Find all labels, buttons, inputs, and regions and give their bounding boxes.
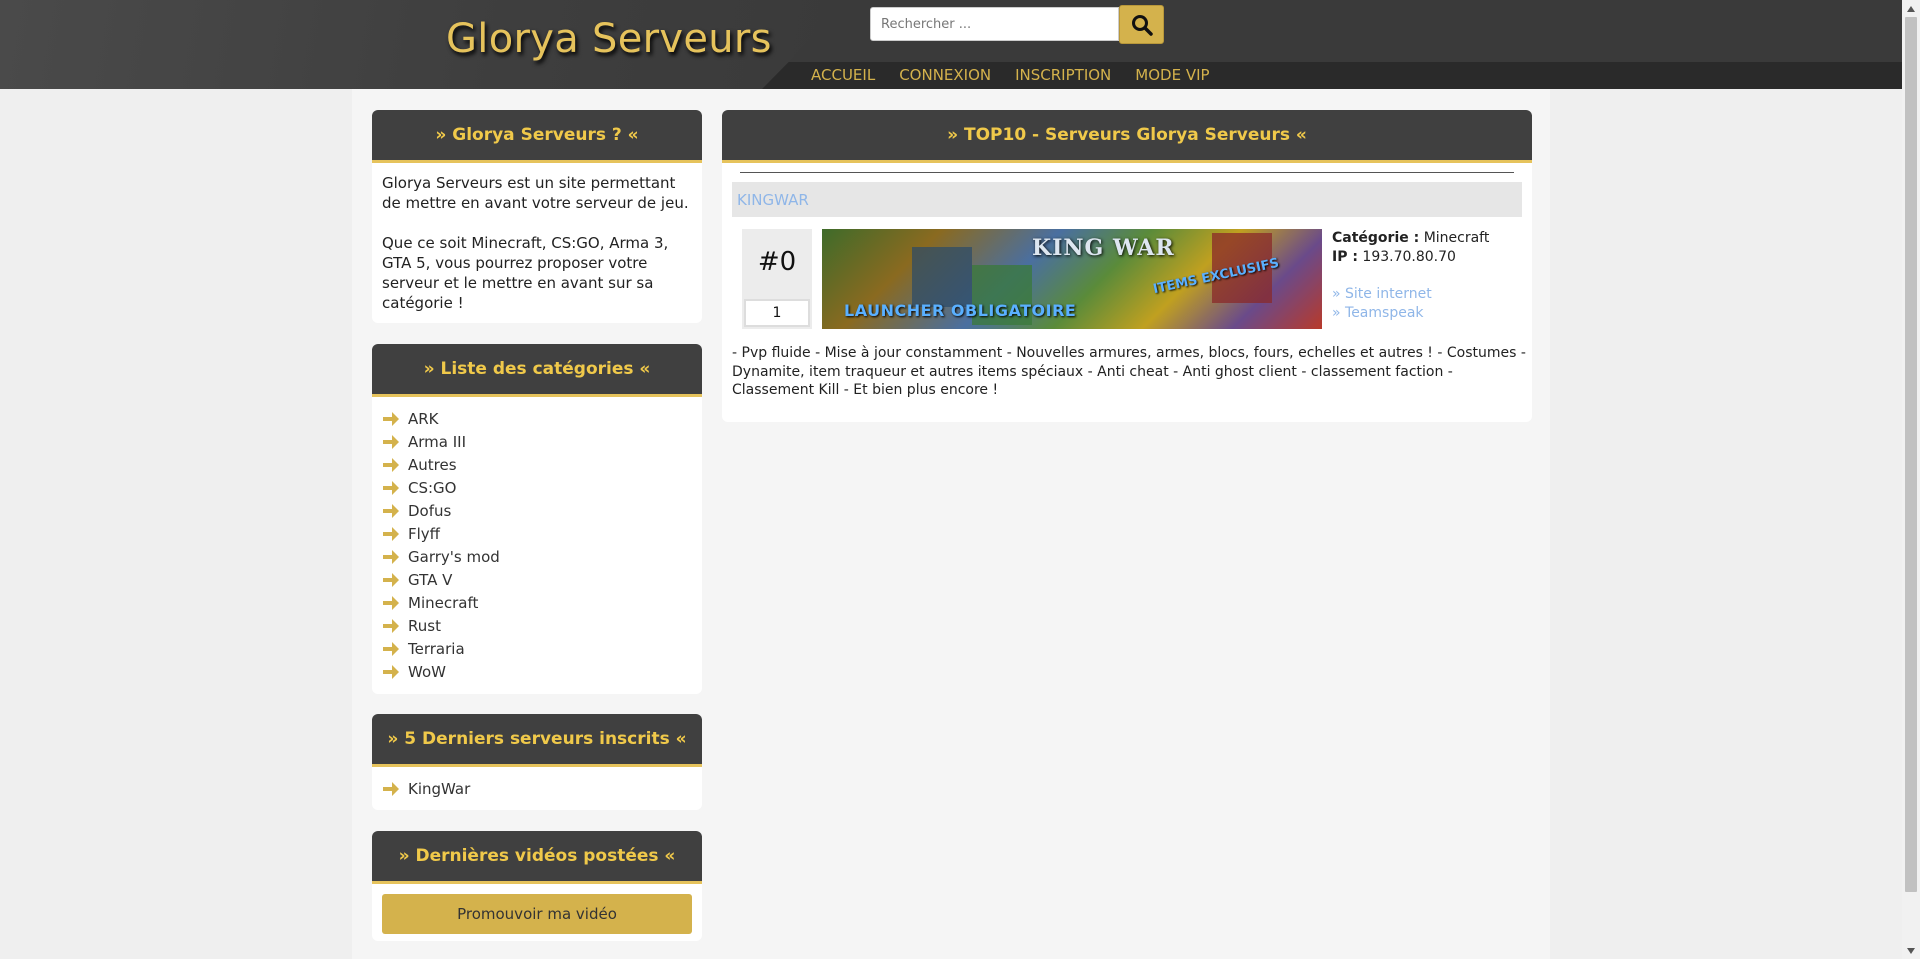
arrow-right-icon: [383, 572, 399, 587]
scrollbar-thumb[interactable]: [1905, 17, 1917, 892]
about-panel-title: » Glorya Serveurs ? «: [372, 110, 702, 163]
latest-servers-panel: » 5 Derniers serveurs inscrits « KingWar: [372, 714, 702, 810]
arrow-right-icon: [383, 480, 399, 495]
arrow-right-icon: [383, 434, 399, 449]
about-panel-body: Glorya Serveurs est un site permettant d…: [372, 163, 702, 323]
arrow-right-icon: [383, 641, 399, 656]
server-banner-image[interactable]: KING WAR ITEMS EXCLUSIFS LAUNCHER OBLIGA…: [822, 229, 1322, 329]
nav-accueil[interactable]: ACCUEIL: [811, 66, 875, 84]
category-item-label: GTA V: [408, 570, 453, 589]
server-name-bar: KINGWAR: [732, 182, 1522, 217]
arrow-right-icon: [383, 664, 399, 679]
latest-server-item-label: KingWar: [408, 779, 471, 798]
arrow-right-icon: [383, 781, 399, 796]
about-paragraph-1: Glorya Serveurs est un site permettant d…: [382, 174, 689, 212]
site-header: Glorya Serveurs ACCUEIL CONNEXION INSCRI…: [0, 0, 1902, 89]
arrow-right-icon: [383, 595, 399, 610]
category-label: Catégorie :: [1332, 230, 1420, 246]
arrow-right-icon: [383, 526, 399, 541]
search-icon: [1131, 14, 1153, 36]
category-item-label: Autres: [408, 455, 457, 474]
ip-label: IP :: [1332, 249, 1358, 265]
category-item-label: Minecraft: [408, 593, 479, 612]
rank-box: #0 1: [742, 229, 812, 329]
nav-inscription[interactable]: INSCRIPTION: [1015, 66, 1111, 84]
category-item[interactable]: Flyff: [382, 522, 692, 545]
banner-bottom-text: LAUNCHER OBLIGATOIRE: [844, 301, 1077, 320]
category-item-label: Dofus: [408, 501, 452, 520]
arrow-right-icon: [383, 457, 399, 472]
arrow-right-icon: [383, 411, 399, 426]
latest-servers-list: KingWar: [382, 777, 692, 800]
teamspeak-link[interactable]: » Teamspeak: [1332, 305, 1424, 321]
search-input[interactable]: [870, 7, 1119, 41]
website-link[interactable]: » Site internet: [1332, 286, 1432, 302]
category-item[interactable]: ARK: [382, 407, 692, 430]
divider: [740, 172, 1514, 173]
category-item-label: Flyff: [408, 524, 441, 543]
scroll-up-arrow-icon[interactable]: [1902, 0, 1920, 17]
category-item[interactable]: Arma III: [382, 430, 692, 453]
category-item-label: ARK: [408, 409, 439, 428]
page-scrollbar[interactable]: [1902, 0, 1920, 959]
top10-title: » TOP10 - Serveurs Glorya Serveurs «: [722, 110, 1532, 163]
latest-servers-title: » 5 Derniers serveurs inscrits «: [372, 714, 702, 767]
latest-server-item[interactable]: KingWar: [382, 777, 692, 800]
search-button[interactable]: [1119, 5, 1164, 44]
ip-value: 193.70.80.70: [1362, 249, 1456, 265]
nav-connexion[interactable]: CONNEXION: [899, 66, 991, 84]
category-item-label: Garry's mod: [408, 547, 500, 566]
category-item[interactable]: Terraria: [382, 637, 692, 660]
main-nav: ACCUEIL CONNEXION INSCRIPTION MODE VIP: [811, 66, 1234, 84]
scroll-down-arrow-icon[interactable]: [1902, 942, 1920, 959]
rank-number: #0: [757, 247, 797, 277]
category-list: ARK Arma III Autres CS:GO Dofus Flyff Garry's …: [382, 407, 692, 683]
site-logo-title[interactable]: Glorya Serveurs: [446, 16, 772, 62]
top10-panel: » TOP10 - Serveurs Glorya Serveurs « KIN…: [722, 110, 1532, 422]
category-item-label: Arma III: [408, 432, 467, 451]
vote-count[interactable]: 1: [744, 299, 810, 327]
about-panel: » Glorya Serveurs ? « Glorya Serveurs es…: [372, 110, 702, 323]
category-value: Minecraft: [1423, 230, 1490, 246]
category-item[interactable]: WoW: [382, 660, 692, 683]
category-item-label: Rust: [408, 616, 441, 635]
category-item[interactable]: GTA V: [382, 568, 692, 591]
category-item[interactable]: CS:GO: [382, 476, 692, 499]
main-content: » Glorya Serveurs ? « Glorya Serveurs es…: [352, 89, 1550, 959]
promote-video-button[interactable]: Promouvoir ma vidéo: [382, 894, 692, 934]
arrow-right-icon: [383, 549, 399, 564]
categories-panel-title: » Liste des catégories «: [372, 344, 702, 397]
arrow-right-icon: [383, 503, 399, 518]
videos-panel: » Dernières vidéos postées « Promouvoir …: [372, 831, 702, 941]
category-item-label: WoW: [408, 662, 446, 681]
server-info: Catégorie : Minecraft IP : 193.70.80.70 …: [1332, 229, 1489, 323]
videos-panel-title: » Dernières vidéos postées «: [372, 831, 702, 884]
category-item[interactable]: Garry's mod: [382, 545, 692, 568]
arrow-right-icon: [383, 618, 399, 633]
server-name-link[interactable]: KINGWAR: [737, 191, 809, 209]
categories-panel: » Liste des catégories « ARK Arma III Autr…: [372, 344, 702, 694]
category-item-label: Terraria: [408, 639, 465, 658]
category-item[interactable]: Minecraft: [382, 591, 692, 614]
category-item[interactable]: Autres: [382, 453, 692, 476]
server-description: - Pvp fluide - Mise à jour constamment -…: [732, 345, 1526, 398]
category-item[interactable]: Rust: [382, 614, 692, 637]
nav-mode-vip[interactable]: MODE VIP: [1135, 66, 1209, 84]
banner-title-text: KING WAR: [1032, 235, 1175, 261]
category-item[interactable]: Dofus: [382, 499, 692, 522]
category-item-label: CS:GO: [408, 478, 457, 497]
about-paragraph-2: Que ce soit Minecraft, CS:GO, Arma 3, GT…: [382, 234, 669, 312]
